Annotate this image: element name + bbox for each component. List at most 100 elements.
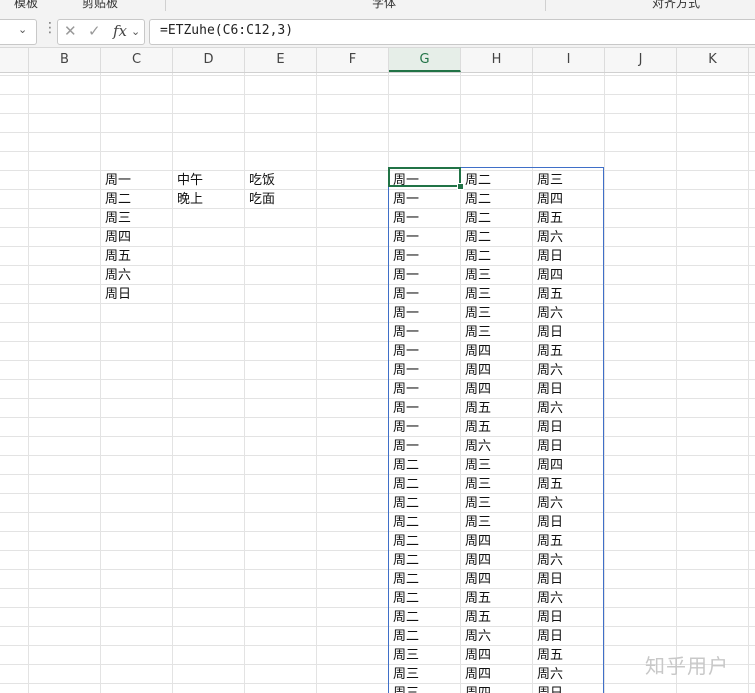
cell-I9[interactable]: 周六	[533, 228, 605, 247]
cell-G31[interactable]: 周三	[389, 646, 461, 665]
cell-I19[interactable]: 周日	[533, 418, 605, 437]
cell-H12[interactable]: 周三	[461, 285, 533, 304]
cell-I14[interactable]: 周日	[533, 323, 605, 342]
cell-I21[interactable]: 周四	[533, 456, 605, 475]
cell-C8[interactable]: 周三	[101, 209, 173, 228]
column-header-A-partial[interactable]	[0, 48, 29, 72]
cell-G10[interactable]: 周一	[389, 247, 461, 266]
confirm-icon[interactable]: ✓	[88, 22, 101, 40]
cell-H33[interactable]: 周四	[461, 684, 533, 693]
cell-G17[interactable]: 周一	[389, 380, 461, 399]
cell-H9[interactable]: 周二	[461, 228, 533, 247]
cell-H20[interactable]: 周六	[461, 437, 533, 456]
cell-C7[interactable]: 周二	[101, 190, 173, 209]
cell-H28[interactable]: 周五	[461, 589, 533, 608]
cell-G7[interactable]: 周一	[389, 190, 461, 209]
cell-I17[interactable]: 周日	[533, 380, 605, 399]
cell-I11[interactable]: 周四	[533, 266, 605, 285]
cell-G33[interactable]: 周三	[389, 684, 461, 693]
insert-function-icon[interactable]: fx	[113, 22, 127, 40]
cell-H8[interactable]: 周二	[461, 209, 533, 228]
column-header-J[interactable]: J	[605, 48, 677, 72]
cell-I29[interactable]: 周日	[533, 608, 605, 627]
cell-G22[interactable]: 周二	[389, 475, 461, 494]
cell-I22[interactable]: 周五	[533, 475, 605, 494]
cell-H11[interactable]: 周三	[461, 266, 533, 285]
ribbon-label-alignment[interactable]: 对齐方式	[652, 0, 700, 11]
formula-input[interactable]: =ETZuhe(C6:C12,3)	[149, 19, 755, 45]
cell-I31[interactable]: 周五	[533, 646, 605, 665]
cell-H29[interactable]: 周五	[461, 608, 533, 627]
cell-I27[interactable]: 周日	[533, 570, 605, 589]
cell-H18[interactable]: 周五	[461, 399, 533, 418]
column-header-B[interactable]: B	[29, 48, 101, 72]
cell-I33[interactable]: 周日	[533, 684, 605, 693]
cell-H6[interactable]: 周二	[461, 171, 533, 190]
cell-I26[interactable]: 周六	[533, 551, 605, 570]
cell-G27[interactable]: 周二	[389, 570, 461, 589]
cell-D6[interactable]: 中午	[173, 171, 245, 190]
cell-G28[interactable]: 周二	[389, 589, 461, 608]
cell-H13[interactable]: 周三	[461, 304, 533, 323]
cell-H16[interactable]: 周四	[461, 361, 533, 380]
cell-H7[interactable]: 周二	[461, 190, 533, 209]
cell-C6[interactable]: 周一	[101, 171, 173, 190]
cell-I18[interactable]: 周六	[533, 399, 605, 418]
cell-H21[interactable]: 周三	[461, 456, 533, 475]
cell-C12[interactable]: 周日	[101, 285, 173, 304]
cell-G24[interactable]: 周二	[389, 513, 461, 532]
cell-I25[interactable]: 周五	[533, 532, 605, 551]
name-box[interactable]: ⌄	[0, 19, 37, 45]
cell-I12[interactable]: 周五	[533, 285, 605, 304]
ribbon-label-template[interactable]: 模板	[14, 0, 38, 11]
column-header-C[interactable]: C	[101, 48, 173, 72]
cell-H32[interactable]: 周四	[461, 665, 533, 684]
cell-I15[interactable]: 周五	[533, 342, 605, 361]
cell-H22[interactable]: 周三	[461, 475, 533, 494]
column-header-E[interactable]: E	[245, 48, 317, 72]
cell-H23[interactable]: 周三	[461, 494, 533, 513]
cell-I32[interactable]: 周六	[533, 665, 605, 684]
ribbon-label-font[interactable]: 字体	[372, 0, 396, 11]
cell-G21[interactable]: 周二	[389, 456, 461, 475]
cell-I24[interactable]: 周日	[533, 513, 605, 532]
cell-H25[interactable]: 周四	[461, 532, 533, 551]
cell-I7[interactable]: 周四	[533, 190, 605, 209]
cell-H14[interactable]: 周三	[461, 323, 533, 342]
cell-G29[interactable]: 周二	[389, 608, 461, 627]
cell-H15[interactable]: 周四	[461, 342, 533, 361]
cell-G23[interactable]: 周二	[389, 494, 461, 513]
cell-I28[interactable]: 周六	[533, 589, 605, 608]
cell-G8[interactable]: 周一	[389, 209, 461, 228]
cell-G16[interactable]: 周一	[389, 361, 461, 380]
cell-H31[interactable]: 周四	[461, 646, 533, 665]
cell-I10[interactable]: 周日	[533, 247, 605, 266]
cell-I8[interactable]: 周五	[533, 209, 605, 228]
column-header-K[interactable]: K	[677, 48, 749, 72]
cell-I16[interactable]: 周六	[533, 361, 605, 380]
cell-H26[interactable]: 周四	[461, 551, 533, 570]
cell-H10[interactable]: 周二	[461, 247, 533, 266]
column-header-G[interactable]: G	[389, 48, 461, 72]
cell-G32[interactable]: 周三	[389, 665, 461, 684]
cell-H30[interactable]: 周六	[461, 627, 533, 646]
sheet-grid[interactable]: 周一 周二 周三 周四 周五 周六 周日 中午 晚上 吃饭 吃面 周一 周二 周三 周一 周二 周四 周一 周二 周五…	[0, 73, 755, 693]
cell-E7[interactable]: 吃面	[245, 190, 317, 209]
cell-I23[interactable]: 周六	[533, 494, 605, 513]
more-options-icon[interactable]: ⋮	[43, 20, 57, 36]
cell-G9[interactable]: 周一	[389, 228, 461, 247]
cell-I13[interactable]: 周六	[533, 304, 605, 323]
cell-H17[interactable]: 周四	[461, 380, 533, 399]
cell-H27[interactable]: 周四	[461, 570, 533, 589]
cell-G15[interactable]: 周一	[389, 342, 461, 361]
cell-I20[interactable]: 周日	[533, 437, 605, 456]
cell-G13[interactable]: 周一	[389, 304, 461, 323]
cancel-icon[interactable]: ✕	[64, 22, 77, 40]
cell-H24[interactable]: 周三	[461, 513, 533, 532]
cell-G19[interactable]: 周一	[389, 418, 461, 437]
cell-G18[interactable]: 周一	[389, 399, 461, 418]
chevron-down-icon[interactable]: ⌄	[18, 23, 27, 36]
cell-C11[interactable]: 周六	[101, 266, 173, 285]
column-header-F[interactable]: F	[317, 48, 389, 72]
chevron-down-icon[interactable]: ⌄	[131, 25, 140, 38]
